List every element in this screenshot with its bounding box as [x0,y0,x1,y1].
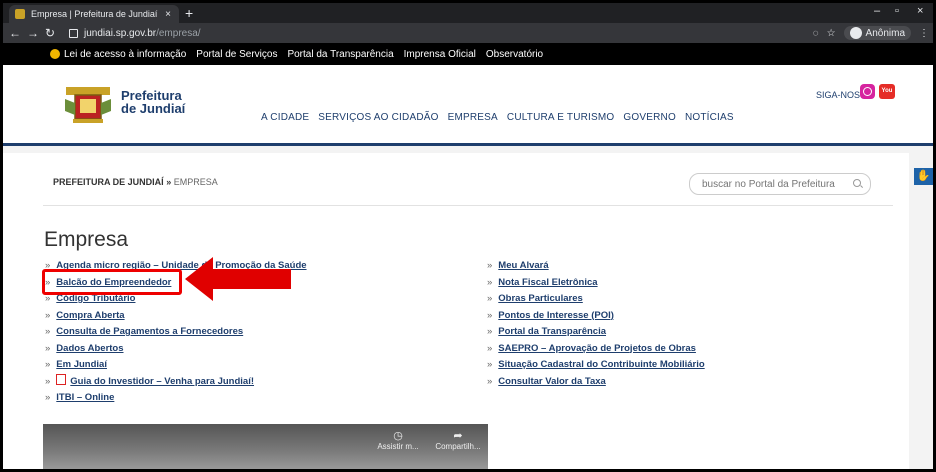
new-tab-icon[interactable]: + [185,5,193,21]
link-em-jundiai[interactable]: Em Jundiaí [56,359,107,370]
info-icon [50,49,60,59]
top-links-bar: Lei de acesso à informação Portal de Ser… [3,43,933,65]
list-item: » Pontos de Interesse (POI) [487,309,614,321]
link-consulta-pagamentos[interactable]: Consulta de Pagamentos a Fornecedores [56,326,243,337]
nav-a-cidade[interactable]: A CIDADE [261,112,309,123]
nav-servicos-cidadao[interactable]: SERVIÇOS AO CIDADÃO [318,112,438,123]
site-logo-text[interactable]: Prefeitura de Jundiaí [121,89,185,115]
url-host: jundiai.sp.gov.br [84,27,157,39]
close-window-icon[interactable]: × [917,5,923,17]
link-itbi-online[interactable]: ITBI – Online [56,392,114,403]
highlight-box [42,269,182,295]
red-arrow-icon [185,257,291,301]
list-item: » Guia do Investidor – Venha para Jundiaí… [45,373,255,387]
profile-button[interactable]: Anônima [843,26,911,40]
link-lei-acesso[interactable]: Lei de acesso à informação [64,49,186,60]
youtube-icon[interactable]: You [879,84,895,99]
breadcrumb: PREFEITURA DE JUNDIAÍ » EMPRESA [53,177,218,187]
address-bar[interactable]: jundiai.sp.gov.br/empresa/ [65,25,801,41]
breadcrumb-divider [43,205,893,206]
menu-icon[interactable]: ⋮ [919,28,929,39]
embedded-video[interactable]: ◷ Assistir m... ➦ Compartilh... [43,424,488,469]
browser-tab[interactable]: Empresa | Prefeitura de Jundiaí × [9,5,179,23]
link-consultar-taxa[interactable]: Consultar Valor da Taxa [498,376,606,387]
browser-toolbar: ← → ↻ jundiai.sp.gov.br/empresa/ ◌ ☆ Anô… [3,23,933,43]
link-compra-aberta[interactable]: Compra Aberta [56,310,124,321]
list-item: » Nota Fiscal Eletrônica [487,276,598,288]
site-search [689,173,871,195]
list-item: » SAEPRO – Aprovação de Projetos de Obras [487,342,696,354]
maximize-icon[interactable]: ▫ [895,5,899,17]
list-item: » ITBI – Online [45,392,115,403]
share-button[interactable]: ➦ Compartilh... [433,430,483,451]
share-icon: ➦ [453,430,463,442]
incognito-icon [849,27,862,39]
nav-cultura-turismo[interactable]: CULTURA E TURISMO [507,112,615,123]
search-input[interactable] [700,176,849,193]
forward-icon[interactable]: → [27,25,39,41]
list-item: » Portal da Transparência [487,326,607,337]
link-situacao-cadastral[interactable]: Situação Cadastral do Contribuinte Mobil… [498,359,704,370]
pdf-icon [56,373,67,385]
breadcrumb-separator: » [166,177,172,187]
watch-later-button[interactable]: ◷ Assistir m... [373,430,423,451]
link-portal-transparencia-list[interactable]: Portal da Transparência [498,326,606,337]
back-icon[interactable]: ← [9,25,21,41]
star-icon[interactable]: ☆ [827,28,836,39]
link-saepro[interactable]: SAEPRO – Aprovação de Projetos de Obras [498,343,696,354]
list-item: » Consulta de Pagamentos a Fornecedores [45,326,244,337]
page-title: Empresa [44,228,129,251]
list-item: » Dados Abertos [45,342,124,354]
list-item: » Consultar Valor da Taxa [487,375,606,387]
tab-bar: Empresa | Prefeitura de Jundiaí × + – ▫ … [3,3,933,23]
nav-governo[interactable]: GOVERNO [623,112,676,123]
nav-empresa[interactable]: EMPRESA [448,112,498,123]
link-meu-alvara[interactable]: Meu Alvará [498,260,548,271]
follow-us-label: SIGA-NOS [816,90,861,100]
right-link-list: » Meu Alvará » Nota Fiscal Eletrônica » Obr… [487,258,705,390]
site-header: Prefeitura de Jundiaí A CIDADE SERVIÇOS … [3,65,933,146]
site-favicon-icon [15,9,25,19]
accessibility-icon[interactable]: ✋ [914,168,933,185]
breadcrumb-current: EMPRESA [173,177,218,187]
logo-line-2: de Jundiaí [121,101,186,116]
clock-icon: ◷ [393,430,403,442]
content-panel: PREFEITURA DE JUNDIAÍ » EMPRESA Empresa … [3,153,909,469]
watch-later-label: Assistir m... [377,442,419,451]
search-icon[interactable] [853,179,861,187]
minimize-icon[interactable]: – [874,5,880,17]
share-label: Compartilh... [435,442,481,451]
list-item: » Obras Particulares [487,293,583,304]
reload-icon[interactable]: ↻ [45,25,55,41]
link-dados-abertos[interactable]: Dados Abertos [56,343,123,354]
link-imprensa-oficial[interactable]: Imprensa Oficial [404,49,476,60]
eye-off-icon[interactable]: ◌ [813,28,819,39]
close-tab-icon[interactable]: × [165,9,171,20]
list-item: » Situação Cadastral do Contribuinte Mobi… [487,359,705,370]
link-obras-particulares[interactable]: Obras Particulares [498,293,583,304]
lock-icon [69,28,78,38]
profile-label: Anônima [865,27,905,39]
link-portal-servicos[interactable]: Portal de Serviços [196,49,277,60]
link-nota-fiscal[interactable]: Nota Fiscal Eletrônica [498,277,597,288]
breadcrumb-home[interactable]: PREFEITURA DE JUNDIAÍ [53,177,164,187]
list-item: » Meu Alvará [487,260,549,271]
nav-noticias[interactable]: NOTÍCIAS [685,112,734,123]
tab-title: Empresa | Prefeitura de Jundiaí [31,9,158,19]
link-portal-transparencia[interactable]: Portal da Transparência [287,49,393,60]
list-item: » Compra Aberta [45,309,125,321]
city-coat-of-arms-icon[interactable] [63,85,113,125]
url-path: /empresa/ [156,27,201,39]
link-observatorio[interactable]: Observatório [486,49,543,60]
main-nav: A CIDADE SERVIÇOS AO CIDADÃO EMPRESA CUL… [261,112,734,123]
link-pontos-interesse[interactable]: Pontos de Interesse (POI) [498,310,614,321]
browser-window: Empresa | Prefeitura de Jundiaí × + – ▫ … [3,3,933,469]
list-item: » Em Jundiaí [45,359,107,370]
link-guia-investidor[interactable]: Guia do Investidor – Venha para Jundiaí! [70,376,254,387]
instagram-icon[interactable] [860,84,875,99]
